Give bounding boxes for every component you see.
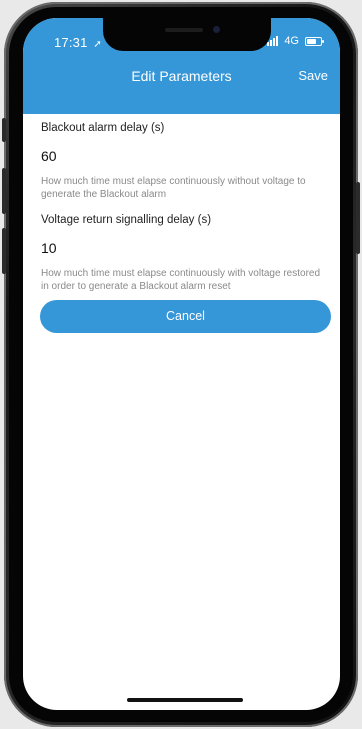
cancel-button[interactable]: Cancel [40, 300, 331, 333]
power-button [356, 182, 360, 254]
device-notch [103, 18, 271, 51]
battery-icon [305, 36, 324, 46]
front-camera [213, 26, 220, 33]
home-indicator[interactable] [127, 698, 243, 702]
voltage-return-delay-input[interactable] [41, 240, 326, 256]
blackout-delay-label: Blackout alarm delay (s) [41, 122, 165, 134]
status-time-text: 17:31 [54, 35, 88, 50]
volume-up-button [2, 168, 6, 214]
volume-down-button [2, 228, 6, 274]
status-indicators: 4G [267, 35, 324, 47]
voltage-return-delay-help: How much time must elapse continuously w… [41, 268, 321, 292]
location-arrow-icon: ➚ [93, 39, 102, 50]
network-type: 4G [284, 35, 299, 47]
blackout-delay-field: Blackout alarm delay (s) How much time m… [41, 122, 326, 201]
parameters-form: Blackout alarm delay (s) How much time m… [41, 114, 326, 293]
voltage-return-delay-label: Voltage return signalling delay (s) [41, 214, 212, 226]
voltage-return-delay-field: Voltage return signalling delay (s) How … [41, 214, 326, 293]
status-time: 17:31 ➚ [54, 35, 102, 50]
blackout-delay-help: How much time must elapse continuously w… [41, 176, 306, 200]
speaker-grille [165, 28, 203, 32]
blackout-delay-input[interactable] [41, 148, 326, 164]
save-button[interactable]: Save [298, 68, 328, 83]
mute-switch [2, 118, 6, 142]
app-screen: 17:31 ➚ 4G Edit Parameters Save Blackout… [23, 18, 340, 710]
page-title: Edit Parameters [131, 68, 232, 84]
